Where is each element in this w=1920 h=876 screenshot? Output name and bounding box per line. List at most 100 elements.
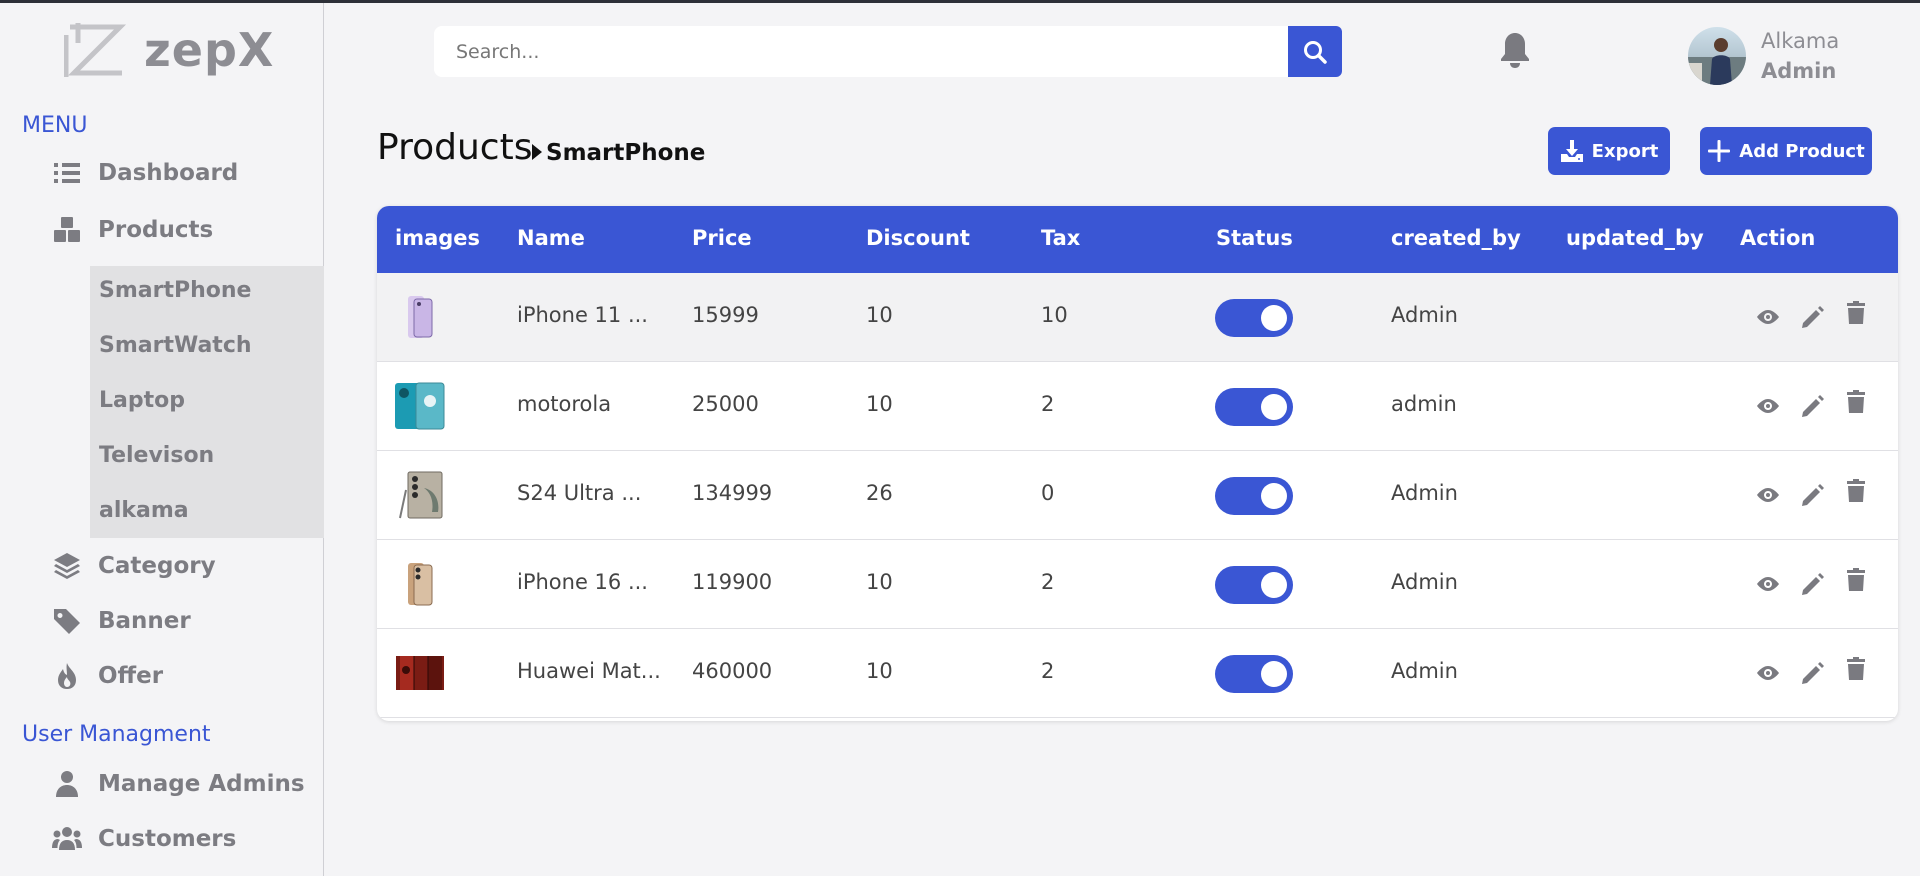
table-row: iPhone 16 ... 119900 10 2 Admin [377, 540, 1898, 629]
pencil-icon [1802, 573, 1824, 595]
toggle-knob [1261, 661, 1287, 687]
submenu-item-alkama[interactable]: alkama [99, 498, 189, 523]
edit-button[interactable] [1799, 659, 1827, 687]
sidebar-item-manage-admins[interactable]: Manage Admins [52, 769, 305, 799]
search-icon [1304, 40, 1327, 64]
breadcrumb: SmartPhone [546, 140, 706, 166]
pencil-icon [1802, 662, 1824, 684]
product-thumbnail[interactable] [394, 470, 446, 520]
product-price: 119900 [692, 570, 773, 594]
sidebar-item-label: Dashboard [98, 160, 239, 186]
avatar[interactable] [1688, 27, 1746, 85]
column-header-name[interactable]: Name [517, 226, 585, 250]
sidebar-item-label: Manage Admins [98, 771, 305, 797]
product-thumbnail[interactable] [394, 648, 446, 698]
sidebar-item-banner[interactable]: Banner [52, 606, 191, 636]
search-input[interactable] [434, 26, 1288, 77]
add-product-button[interactable]: Add Product [1700, 127, 1872, 175]
layers-icon [54, 553, 80, 579]
sidebar-item-customers[interactable]: Customers [52, 824, 236, 854]
submenu-item-smartphone[interactable]: SmartPhone [99, 278, 251, 303]
export-button[interactable]: Export [1548, 127, 1670, 175]
product-discount: 26 [866, 481, 893, 505]
eye-icon [1757, 488, 1779, 502]
status-toggle[interactable] [1215, 388, 1293, 426]
user-role: Admin [1761, 59, 1837, 83]
view-button[interactable] [1754, 303, 1782, 331]
delete-button[interactable] [1842, 566, 1870, 594]
edit-button[interactable] [1799, 303, 1827, 331]
column-header-created-by[interactable]: created_by [1391, 226, 1521, 250]
fire-icon [58, 663, 76, 689]
product-name: Huawei Mat... [517, 659, 661, 683]
sidebar-item-products[interactable]: Products [52, 215, 213, 245]
trash-icon [1847, 390, 1865, 413]
sidebar-item-offer[interactable]: Offer [52, 661, 163, 691]
bell-icon[interactable] [1497, 30, 1533, 70]
trash-icon [1847, 657, 1865, 680]
edit-button[interactable] [1799, 570, 1827, 598]
submenu-item-laptop[interactable]: Laptop [99, 388, 185, 413]
export-button-label: Export [1591, 140, 1659, 162]
tag-icon [54, 609, 80, 634]
column-header-images: images [395, 226, 481, 250]
search-bar [434, 26, 1342, 77]
column-header-price[interactable]: Price [692, 226, 752, 250]
view-button[interactable] [1754, 659, 1782, 687]
sidebar-item-dashboard[interactable]: Dashboard [52, 158, 238, 188]
product-discount: 10 [866, 303, 893, 327]
sidebar-item-label: Banner [98, 608, 191, 634]
trash-icon [1847, 301, 1865, 324]
view-button[interactable] [1754, 570, 1782, 598]
view-button[interactable] [1754, 392, 1782, 420]
user-management-section-title: User Managment [22, 722, 211, 747]
product-tax: 2 [1041, 659, 1055, 683]
product-thumbnail[interactable] [394, 559, 446, 609]
product-tax: 2 [1041, 570, 1055, 594]
submenu-item-smartwatch[interactable]: SmartWatch [99, 333, 252, 358]
toggle-knob [1261, 572, 1287, 598]
brand-name: zepX [144, 23, 275, 77]
view-button[interactable] [1754, 481, 1782, 509]
status-toggle[interactable] [1215, 566, 1293, 604]
product-created-by: Admin [1391, 570, 1458, 594]
edit-button[interactable] [1799, 481, 1827, 509]
list-icon [54, 163, 80, 183]
toggle-knob [1261, 483, 1287, 509]
breadcrumb-arrow-icon [532, 144, 542, 160]
delete-button[interactable] [1842, 477, 1870, 505]
edit-button[interactable] [1799, 392, 1827, 420]
products-table: images Name Price Discount Tax Status cr… [377, 206, 1898, 721]
column-header-discount[interactable]: Discount [866, 226, 970, 250]
delete-button[interactable] [1842, 299, 1870, 327]
status-toggle[interactable] [1215, 477, 1293, 515]
status-toggle[interactable] [1215, 299, 1293, 337]
product-name: iPhone 16 ... [517, 570, 648, 594]
column-header-updated-by[interactable]: updated_by [1566, 226, 1704, 250]
trash-icon [1847, 479, 1865, 502]
table-row: Huawei Mat... 460000 10 2 Admin [377, 629, 1898, 718]
user-photo-icon [1688, 38, 1746, 85]
product-tax: 10 [1041, 303, 1068, 327]
eye-icon [1757, 577, 1779, 591]
product-price: 15999 [692, 303, 759, 327]
column-header-tax[interactable]: Tax [1041, 226, 1080, 250]
product-created-by: Admin [1391, 303, 1458, 327]
product-created-by: admin [1391, 392, 1457, 416]
product-name: S24 Ultra ... [517, 481, 642, 505]
product-thumbnail[interactable] [394, 292, 446, 342]
plus-icon [1708, 140, 1731, 162]
submenu-item-television[interactable]: Televison [99, 443, 214, 468]
status-toggle[interactable] [1215, 655, 1293, 693]
user-name: Alkama [1761, 29, 1840, 53]
product-tax: 2 [1041, 392, 1055, 416]
product-thumbnail[interactable] [394, 381, 446, 431]
product-price: 134999 [692, 481, 773, 505]
sidebar-item-category[interactable]: Category [52, 551, 216, 581]
brand-logo[interactable]: zepX [64, 21, 274, 79]
delete-button[interactable] [1842, 655, 1870, 683]
search-button[interactable] [1288, 26, 1342, 77]
product-discount: 10 [866, 392, 893, 416]
column-header-status[interactable]: Status [1216, 226, 1293, 250]
delete-button[interactable] [1842, 388, 1870, 416]
